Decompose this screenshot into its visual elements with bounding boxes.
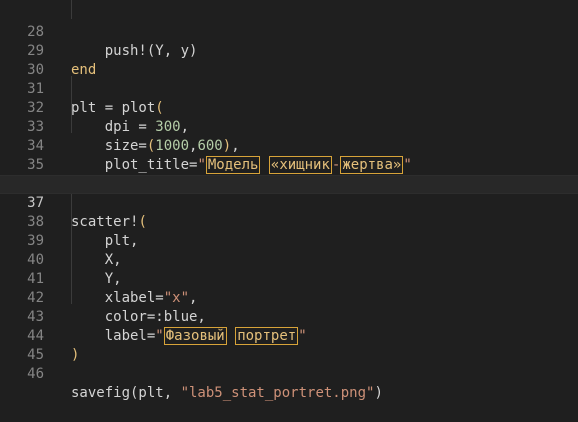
current-code-line[interactable]: 37 scatter!( bbox=[0, 175, 578, 230]
code-line[interactable]: 41 xlabel="x", bbox=[0, 251, 578, 306]
line-number: 46 bbox=[27, 366, 44, 382]
code-line[interactable]: 33 size=(1000,600), bbox=[0, 99, 578, 154]
code-line[interactable]: 36 bbox=[0, 156, 578, 192]
code-line[interactable]: 45 bbox=[0, 327, 578, 363]
code-line[interactable]: 34 plot_title=" Модель «хищник - жертва» " bbox=[0, 118, 578, 174]
code-line[interactable]: 46 savefig(plt, "lab5_stat_portret.png") bbox=[0, 346, 578, 401]
code-line[interactable]: 35 ) bbox=[0, 137, 578, 192]
code-line[interactable]: 38 plt, bbox=[0, 194, 578, 249]
code-line[interactable]: 32 dpi = 300, bbox=[0, 80, 578, 135]
code-line[interactable]: 44 ) bbox=[0, 308, 578, 363]
code-text: savefig(plt, "lab5_stat_portret.png") bbox=[71, 385, 383, 401]
code-line[interactable]: 29 end bbox=[0, 23, 578, 78]
code-line[interactable]: 39 X, bbox=[0, 213, 578, 268]
code-line[interactable]: 28 push!(Y, y) bbox=[0, 4, 578, 59]
code-line[interactable]: 40 Y, bbox=[0, 232, 578, 287]
code-line[interactable]: 30 bbox=[0, 42, 578, 78]
code-line[interactable]: 43 label=" Фазовый портрет " bbox=[0, 289, 578, 345]
code-line[interactable]: 31 plt = plot( bbox=[0, 61, 578, 116]
code-editor[interactable]: 28 push!(Y, y) 29 end 30 31 plt = plot( … bbox=[0, 0, 578, 405]
code-line[interactable]: 42 color=:blue, bbox=[0, 270, 578, 325]
